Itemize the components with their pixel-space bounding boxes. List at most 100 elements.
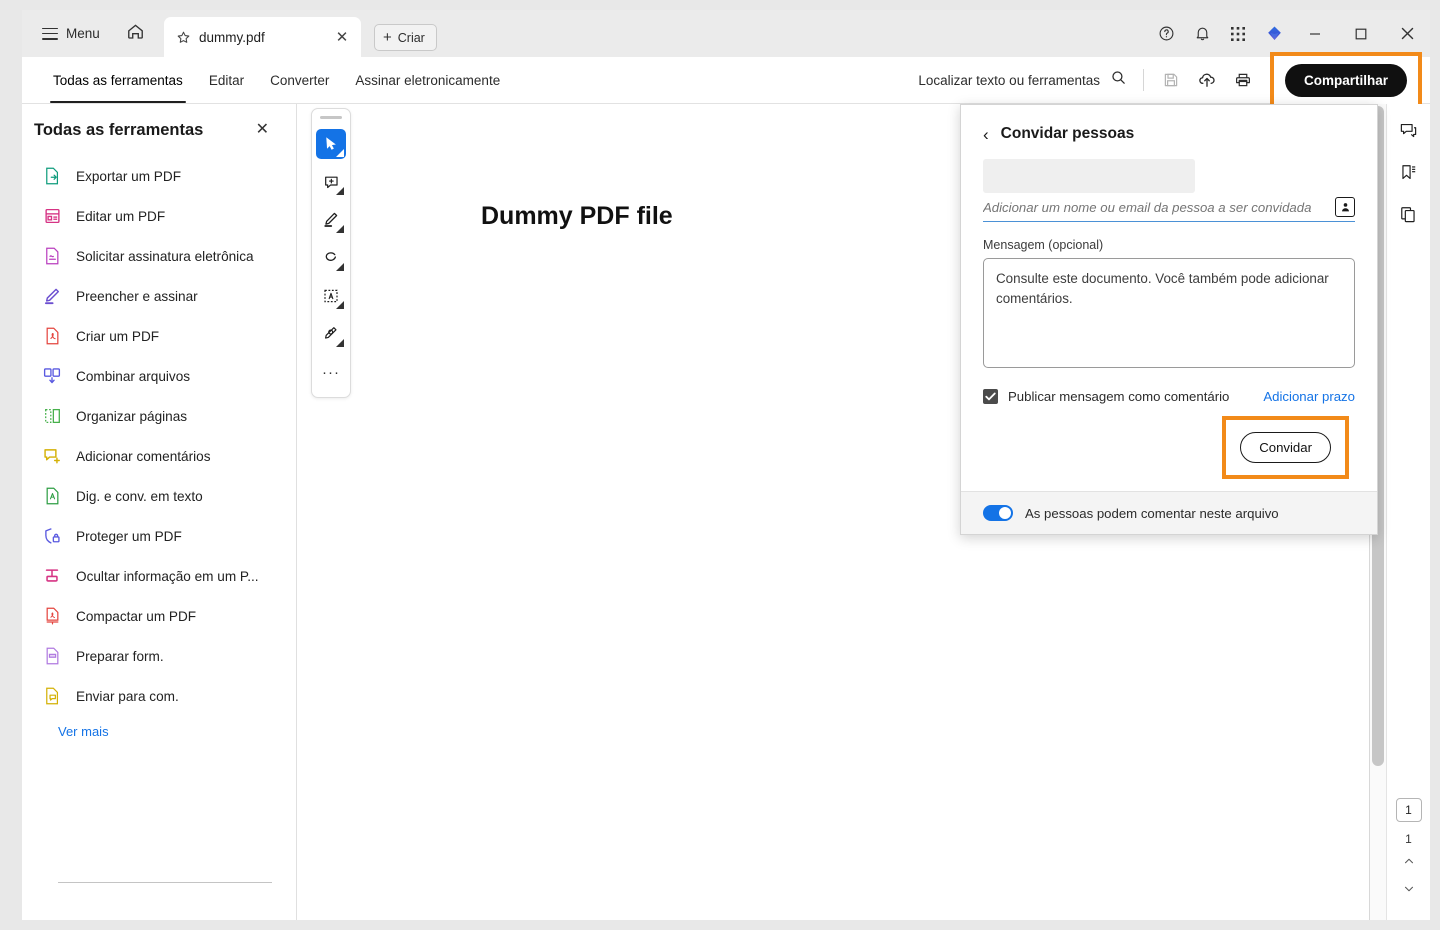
document-tab[interactable]: dummy.pdf ✕	[164, 17, 361, 57]
add-comment-icon[interactable]	[316, 167, 346, 197]
window-minimize-button[interactable]	[1292, 10, 1338, 57]
fill-sign-icon	[42, 286, 62, 306]
select-cursor-icon[interactable]	[316, 129, 346, 159]
window-maximize-button[interactable]	[1338, 10, 1384, 57]
search-icon	[1110, 69, 1127, 91]
comments-panel-icon[interactable]	[1393, 114, 1425, 146]
star-icon[interactable]	[176, 30, 191, 45]
sidebar-bottom-divider	[58, 882, 272, 883]
select-text-icon[interactable]	[316, 281, 346, 311]
sidebar-header: Todas as ferramentas ✕	[22, 104, 296, 150]
invite-input[interactable]	[983, 198, 1327, 217]
redact-icon	[42, 566, 62, 586]
quick-tools-column: ···	[297, 104, 393, 920]
sidebar-item-combinar-arquivos[interactable]: Combinar arquivos	[22, 356, 296, 396]
toolbar-right: Localizar texto ou ferramentas Compartil…	[912, 51, 1430, 109]
tab-todas-as-ferramentas[interactable]: Todas as ferramentas	[40, 57, 196, 103]
sidebar-item-solicitar-assinatura-eletronica[interactable]: Solicitar assinatura eletrônica	[22, 236, 296, 276]
popover-footer: As pessoas podem comentar neste arquivo	[961, 491, 1377, 534]
tab-label: Assinar eletronicamente	[355, 72, 501, 88]
invite-button[interactable]: Convidar	[1240, 432, 1331, 463]
share-button[interactable]: Compartilhar	[1284, 63, 1407, 97]
sidebar-item-label: Preparar form.	[76, 648, 164, 664]
tab-label: Todas as ferramentas	[53, 72, 183, 88]
message-label: Mensagem (opcional)	[983, 238, 1104, 252]
add-deadline-link[interactable]: Adicionar prazo	[1263, 389, 1355, 404]
current-page-input[interactable]: 1	[1395, 798, 1422, 822]
share-button-highlight: Compartilhar	[1269, 51, 1423, 109]
apps-grid-icon[interactable]	[1222, 18, 1254, 50]
popover-header: ‹ Convidar pessoas	[961, 105, 1377, 149]
request-signature-icon	[42, 246, 62, 266]
save-icon[interactable]	[1154, 64, 1188, 96]
menu-button[interactable]: Menu	[32, 20, 110, 47]
chevron-down-icon	[336, 301, 344, 309]
tab-converter[interactable]: Converter	[257, 57, 342, 103]
sidebar-item-label: Combinar arquivos	[76, 368, 191, 384]
sidebar-item-preparar-form[interactable]: Preparar form.	[22, 636, 296, 676]
pages-panel-icon[interactable]	[1393, 198, 1425, 230]
sidebar-item-criar-um-pdf[interactable]: Criar um PDF	[22, 316, 296, 356]
see-more-link[interactable]: Ver mais	[50, 716, 109, 739]
right-rail: 1 1	[1386, 104, 1430, 920]
freehand-draw-icon[interactable]	[316, 243, 346, 273]
help-icon[interactable]	[1150, 18, 1182, 50]
chevron-up-icon[interactable]	[1395, 848, 1423, 874]
sidebar-item-compactar-um-pdf[interactable]: Compactar um PDF	[22, 596, 296, 636]
hamburger-icon	[42, 27, 58, 40]
chevron-left-icon[interactable]: ‹	[983, 126, 989, 143]
sign-icon[interactable]	[316, 319, 346, 349]
loading-placeholder-block	[983, 159, 1195, 193]
tools-sidebar: Todas as ferramentas ✕ Exportar um PDF E…	[22, 104, 297, 920]
more-tools-icon[interactable]: ···	[316, 357, 346, 387]
sidebar-item-label: Compactar um PDF	[76, 608, 197, 624]
chevron-down-icon	[336, 225, 344, 233]
tab-assinar-eletronicamente[interactable]: Assinar eletronicamente	[342, 57, 513, 103]
sidebar-item-organizar-paginas[interactable]: Organizar páginas	[22, 396, 296, 436]
main-toolbar: Todas as ferramentas Editar Converter As…	[22, 51, 1430, 109]
print-icon[interactable]	[1226, 64, 1260, 96]
new-tab-label: Criar	[397, 30, 425, 45]
tab-editar[interactable]: Editar	[196, 57, 257, 103]
contact-book-icon[interactable]	[1335, 197, 1355, 217]
popover-title: Convidar pessoas	[1000, 125, 1135, 142]
scan-ocr-icon	[42, 486, 62, 506]
sidebar-item-proteger-um-pdf[interactable]: Proteger um PDF	[22, 516, 296, 556]
allow-comments-toggle[interactable]	[983, 505, 1013, 521]
sidebar-item-dig-e-conv-em-texto[interactable]: Dig. e conv. em texto	[22, 476, 296, 516]
checkbox-checked-icon[interactable]	[983, 389, 998, 404]
adobe-logo-icon[interactable]	[1258, 18, 1290, 50]
message-textarea[interactable]	[983, 258, 1355, 368]
compress-pdf-icon	[42, 606, 62, 626]
toolbar-divider	[1142, 69, 1144, 91]
sidebar-item-label: Exportar um PDF	[76, 168, 181, 184]
prepare-form-icon	[42, 646, 62, 666]
sidebar-item-ocultar-informacao[interactable]: Ocultar informação em um P...	[22, 556, 296, 596]
sidebar-close-icon[interactable]: ✕	[251, 120, 274, 140]
sidebar-item-preencher-e-assinar[interactable]: Preencher e assinar	[22, 276, 296, 316]
chevron-down-icon	[336, 339, 344, 347]
cloud-upload-icon[interactable]	[1190, 64, 1224, 96]
page-navigation: 1 1	[1387, 798, 1430, 902]
sidebar-item-enviar-para-com[interactable]: Enviar para com.	[22, 676, 296, 716]
chevron-down-icon[interactable]	[1395, 876, 1423, 902]
title-bar-right	[1148, 10, 1430, 57]
home-button[interactable]	[116, 16, 155, 52]
tab-close-icon[interactable]: ✕	[331, 26, 353, 48]
new-tab-button[interactable]: + Criar	[374, 24, 437, 51]
quick-tools-drag-handle[interactable]	[320, 116, 342, 119]
sidebar-item-label: Editar um PDF	[76, 208, 166, 224]
sidebar-item-exportar-um-pdf[interactable]: Exportar um PDF	[22, 156, 296, 196]
sidebar-item-label: Enviar para com.	[76, 688, 179, 704]
bookmarks-panel-icon[interactable]	[1393, 156, 1425, 188]
sidebar-item-adicionar-comentarios[interactable]: Adicionar comentários	[22, 436, 296, 476]
sidebar-item-editar-um-pdf[interactable]: Editar um PDF	[22, 196, 296, 236]
highlight-pen-icon[interactable]	[316, 205, 346, 235]
invite-button-highlight: Convidar	[1222, 416, 1349, 479]
window-close-button[interactable]	[1384, 10, 1430, 57]
publish-as-comment-checkbox-row[interactable]: Publicar mensagem como comentário	[983, 389, 1229, 404]
find-button[interactable]: Localizar texto ou ferramentas	[912, 64, 1133, 96]
bell-icon[interactable]	[1186, 18, 1218, 50]
sidebar-item-label: Solicitar assinatura eletrônica	[76, 248, 254, 264]
invite-field-row	[983, 197, 1355, 222]
